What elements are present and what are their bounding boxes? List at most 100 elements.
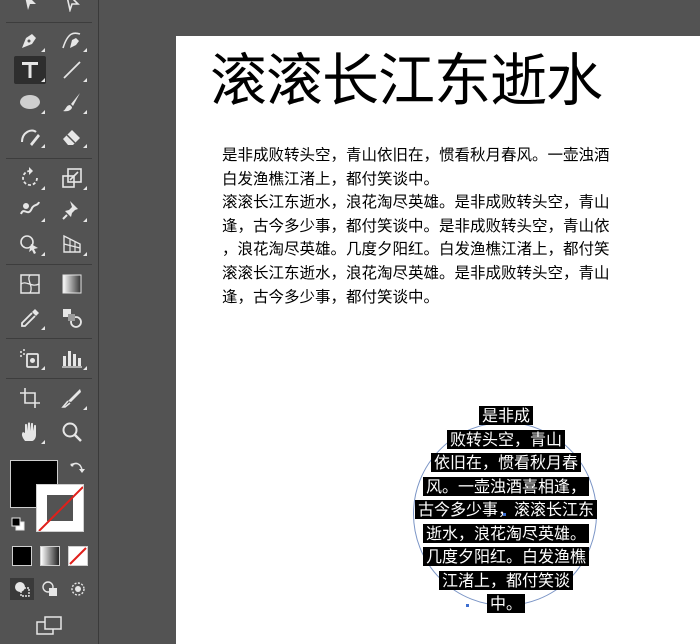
artboard[interactable]: 滚滚长江东逝水 是非成败转头空，青山依旧在，惯看秋月春风。一壶浊酒 白发渔樵江渚… (176, 36, 700, 644)
eyedropper-tool[interactable] (14, 304, 46, 332)
shaper-tool[interactable] (14, 122, 46, 150)
mesh-icon (20, 274, 40, 294)
circle-text-line: 是非成 (406, 404, 606, 428)
mesh-tool[interactable] (14, 270, 46, 298)
draw-normal-button[interactable] (10, 578, 34, 600)
expand-indicator (83, 218, 87, 222)
paragraph-line: 滚滚长江东逝水，浪花淘尽英雄。是非成败转头空，青山 (222, 193, 610, 212)
line-segment-tool[interactable] (56, 56, 88, 84)
direct-selection-tool-partial[interactable] (56, 0, 88, 14)
paragraph-line: 滚滚长江东逝水，浪花淘尽英雄。是非成败转头空，青山 (222, 263, 610, 282)
line-icon (63, 61, 81, 79)
selection-tool-partial[interactable] (14, 0, 46, 14)
separator (6, 338, 92, 339)
tools-panel (0, 0, 100, 644)
paragraph-line: 是非成败转头空，青山依旧在，惯看秋月春风。一壶浊酒 (222, 146, 610, 164)
gradient-tool[interactable] (56, 270, 88, 298)
draw-inside-icon (71, 582, 85, 596)
symbol-sprayer-tool[interactable] (14, 344, 46, 372)
paragraph-line: 逢，古今多少事，都付笑谈中。是非成败转头空，青山依 (222, 216, 610, 235)
draw-inside-button[interactable] (66, 578, 90, 600)
circle-text-line: 中。 (406, 592, 606, 616)
expand-indicator (83, 144, 87, 148)
expand-indicator (41, 110, 45, 114)
warp-tool[interactable] (14, 196, 46, 224)
toolbar-edge (98, 0, 99, 644)
anchor-point[interactable] (503, 513, 506, 516)
expand-indicator (83, 78, 87, 82)
arrow-outline-icon (66, 0, 80, 12)
gradient-icon (62, 274, 82, 294)
expand-indicator (41, 48, 45, 52)
none-mode-button[interactable] (68, 546, 88, 566)
expand-indicator (83, 252, 87, 256)
rotate-tool[interactable] (14, 164, 46, 192)
blend-tool[interactable] (56, 304, 88, 332)
expand-indicator (83, 366, 87, 370)
stroke-color-swatch[interactable] (36, 484, 84, 532)
expand-indicator (83, 186, 87, 190)
shape-builder-tool[interactable] (14, 230, 46, 258)
pen-tool[interactable] (14, 26, 46, 54)
artboard-icon (20, 388, 40, 408)
draw-behind-button[interactable] (38, 578, 62, 600)
shape-builder-icon (20, 235, 38, 254)
artboard-tool[interactable] (14, 384, 46, 412)
expand-indicator (41, 326, 45, 330)
rotate-icon (22, 167, 38, 186)
puppet-warp-tool[interactable] (56, 196, 88, 224)
expand-indicator (83, 110, 87, 114)
eraser-tool[interactable] (56, 122, 88, 150)
zoom-tool[interactable] (56, 418, 88, 446)
swap-fill-stroke-icon[interactable] (68, 460, 86, 478)
draw-behind-icon (42, 581, 57, 596)
brush-icon (63, 93, 80, 112)
column-graph-tool[interactable] (56, 344, 88, 372)
type-tool[interactable] (14, 56, 46, 84)
shaper-icon (21, 129, 40, 146)
blend-icon (63, 309, 82, 328)
expand-indicator (41, 252, 45, 256)
slice-tool[interactable] (56, 384, 88, 412)
pushpin-icon (62, 201, 78, 220)
circle-text-line: 古今多少事，滚滚长江东 (406, 498, 606, 522)
paintbrush-tool[interactable] (56, 88, 88, 116)
default-fill-stroke-icon[interactable] (10, 516, 26, 532)
gradient-mode-button[interactable] (40, 546, 60, 566)
sprayer-icon (20, 349, 39, 368)
warp-icon (20, 201, 40, 215)
screen-mode-icon (36, 616, 62, 635)
paragraph-text-block[interactable]: 是非成败转头空，青山依旧在，惯看秋月春风。一壶浊酒 白发渔樵江渚上，都付笑谈中。… (222, 144, 700, 309)
scale-tool[interactable] (56, 164, 88, 192)
expand-indicator (41, 218, 45, 222)
pen-icon (22, 34, 36, 48)
hand-tool[interactable] (14, 418, 46, 446)
anchor-point[interactable] (466, 604, 469, 607)
draw-normal-icon (15, 582, 30, 597)
expand-indicator (83, 406, 87, 410)
ellipse-tool[interactable] (14, 88, 46, 116)
perspective-grid-tool[interactable] (56, 230, 88, 258)
expand-indicator (41, 186, 45, 190)
separator (6, 22, 92, 23)
bar-graph-icon (62, 351, 82, 368)
eyedropper-icon (21, 309, 39, 327)
hand-icon (21, 422, 36, 441)
eraser-icon (63, 130, 80, 145)
screen-mode-button[interactable] (32, 612, 68, 640)
curvature-pen-icon (62, 32, 81, 49)
curvature-tool[interactable] (56, 26, 88, 54)
magnifier-icon (62, 422, 82, 442)
ellipse-icon (20, 95, 40, 109)
circle-text-line: 依旧在，惯看秋月春 (406, 451, 606, 475)
arrow-icon (25, 0, 36, 10)
separator (6, 264, 92, 265)
color-mode-button[interactable] (12, 546, 32, 566)
circle-text-line: 几度夕阳红。白发渔樵 (406, 545, 606, 569)
paragraph-line: ，浪花淘尽英雄。几度夕阳红。白发渔樵江渚上，都付笑 (222, 240, 610, 259)
expand-indicator (41, 366, 45, 370)
circle-text-line: 风。一壶浊酒喜相逢， (406, 475, 606, 499)
scale-icon (62, 168, 82, 188)
type-t-icon (22, 62, 38, 78)
headline-text[interactable]: 滚滚长江东逝水 (210, 38, 603, 124)
